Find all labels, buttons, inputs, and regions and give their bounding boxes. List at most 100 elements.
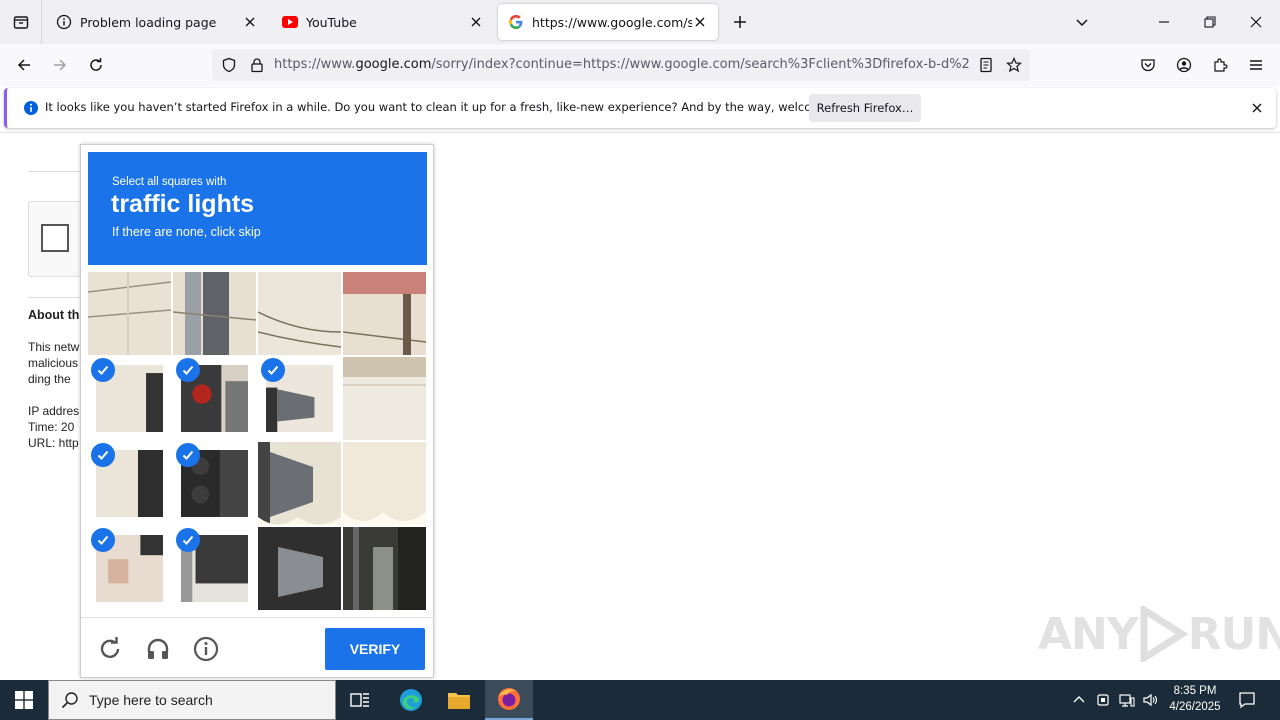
url-path: /sorry/index?continue=https://www.google…	[431, 57, 970, 72]
navigation-toolbar: https://www.google.com/sorry/index?conti…	[0, 44, 1280, 86]
captcha-header: Select all squares with traffic lights I…	[88, 152, 427, 265]
headphones-icon	[147, 638, 169, 659]
list-all-tabs-button[interactable]	[1068, 8, 1096, 36]
tracking-protection-shield-icon[interactable]	[221, 57, 237, 73]
chevron-up-icon	[1073, 696, 1085, 703]
about-heading: About th	[28, 308, 80, 322]
tab-google[interactable]: https://www.google.com/search	[498, 4, 718, 40]
captcha-tile[interactable]	[258, 272, 341, 355]
time-line: Time: 20	[28, 420, 75, 434]
captcha-tile[interactable]	[343, 272, 426, 355]
firefox-icon	[498, 688, 520, 710]
notifications-button[interactable]	[1232, 680, 1262, 720]
tab-strip: Problem loading page YouTube https://www…	[0, 0, 1280, 44]
selected-check-icon	[176, 358, 200, 382]
tab-close-icon[interactable]	[468, 14, 484, 30]
refresh-firefox-button[interactable]: Refresh Firefox…	[809, 94, 921, 122]
divider	[28, 171, 88, 172]
back-button[interactable]	[11, 52, 37, 78]
captcha-instruction: Select all squares with	[112, 176, 227, 188]
tab-close-icon[interactable]	[242, 14, 258, 30]
tab-problem-loading[interactable]: Problem loading page	[46, 4, 268, 40]
captcha-image-grid	[88, 272, 427, 611]
network-icon	[1119, 694, 1135, 707]
file-explorer-taskbar-button[interactable]	[436, 680, 482, 720]
tab-youtube[interactable]: YouTube	[272, 4, 494, 40]
play-triangle-icon	[1140, 606, 1188, 662]
captcha-footer: VERIFY	[81, 617, 433, 677]
taskbar-search-box[interactable]: Type here to search	[48, 680, 336, 720]
account-button[interactable]	[1171, 52, 1197, 78]
edge-taskbar-button[interactable]	[388, 680, 434, 720]
minimize-button[interactable]	[1150, 8, 1178, 36]
tab-title: Problem loading page	[80, 14, 217, 30]
tab-close-icon[interactable]	[692, 14, 708, 30]
hamburger-menu-icon	[1250, 60, 1262, 70]
info-icon	[193, 636, 219, 662]
restore-button[interactable]	[1196, 8, 1224, 36]
google-icon	[508, 14, 524, 30]
new-tab-button[interactable]	[728, 10, 752, 34]
show-hidden-icons-button[interactable]	[1068, 680, 1090, 720]
reload-icon	[90, 58, 102, 71]
forward-arrow-icon	[54, 59, 67, 71]
bookmark-star-icon[interactable]	[1006, 57, 1022, 73]
recaptcha-checkbox[interactable]	[41, 224, 69, 252]
watermark-text-right: RUN	[1187, 608, 1280, 660]
chevron-down-icon	[1076, 19, 1088, 27]
volume-tray-icon[interactable]	[1140, 680, 1162, 720]
lock-icon[interactable]	[249, 57, 265, 73]
captcha-tile[interactable]	[343, 527, 426, 610]
selected-check-icon	[176, 443, 200, 467]
selected-check-icon	[261, 358, 285, 382]
captcha-tile[interactable]	[258, 442, 341, 525]
app-menu-button[interactable]	[1243, 52, 1269, 78]
help-button[interactable]	[192, 635, 220, 663]
url-prefix: https://www.	[274, 57, 356, 72]
puzzle-icon	[1214, 58, 1228, 72]
url-bar[interactable]: https://www.google.com/sorry/index?conti…	[212, 49, 1030, 81]
paragraph-line: malicious	[28, 356, 79, 370]
reload-challenge-button[interactable]	[96, 635, 124, 663]
captcha-tile[interactable]	[173, 272, 256, 355]
ip-address-line: IP addres	[28, 404, 80, 418]
windows-logo-icon	[15, 691, 33, 709]
selected-check-icon	[91, 358, 115, 382]
taskbar-clock[interactable]: 8:35 PM 4/26/2025	[1164, 683, 1226, 715]
url-line: URL: http	[28, 436, 79, 450]
audio-challenge-button[interactable]	[144, 635, 172, 663]
url-domain: google.com	[355, 57, 432, 72]
account-icon	[1176, 57, 1192, 73]
paragraph-line: ding the	[28, 372, 71, 386]
forward-button[interactable]	[47, 52, 73, 78]
meet-now-tray-icon[interactable]	[1092, 680, 1114, 720]
close-icon[interactable]	[1249, 100, 1265, 116]
extensions-button[interactable]	[1207, 52, 1233, 78]
captcha-skip-hint: If there are none, click skip	[112, 225, 261, 239]
windows-taskbar: Type here to search 8:35 PM 4/26/2025	[0, 680, 1280, 720]
youtube-icon	[282, 14, 298, 30]
start-button[interactable]	[0, 680, 48, 720]
pocket-button[interactable]	[1135, 52, 1161, 78]
reader-view-icon[interactable]	[978, 57, 994, 73]
firefox-view-button[interactable]	[0, 0, 42, 44]
verify-button[interactable]: VERIFY	[325, 628, 425, 670]
task-view-button[interactable]	[338, 680, 382, 720]
reload-button[interactable]	[83, 52, 109, 78]
back-arrow-icon	[17, 59, 30, 71]
notification-message: It looks like you haven’t started Firefo…	[45, 100, 866, 114]
captcha-tile[interactable]	[343, 357, 426, 440]
captcha-tile[interactable]	[88, 272, 171, 355]
captcha-tile[interactable]	[343, 442, 426, 525]
close-window-button[interactable]	[1242, 8, 1270, 36]
close-icon	[1250, 16, 1262, 28]
network-tray-icon[interactable]	[1116, 680, 1138, 720]
firefox-taskbar-button[interactable]	[485, 680, 533, 720]
captcha-tile[interactable]	[258, 527, 341, 610]
screen: Problem loading page YouTube https://www…	[0, 0, 1280, 720]
captcha-challenge-dialog: Select all squares with traffic lights I…	[80, 144, 434, 678]
selected-check-icon	[91, 443, 115, 467]
url-text[interactable]: https://www.google.com/sorry/index?conti…	[274, 57, 970, 72]
refresh-firefox-notification: It looks like you haven’t started Firefo…	[4, 88, 1276, 128]
recaptcha-widget	[28, 201, 88, 277]
